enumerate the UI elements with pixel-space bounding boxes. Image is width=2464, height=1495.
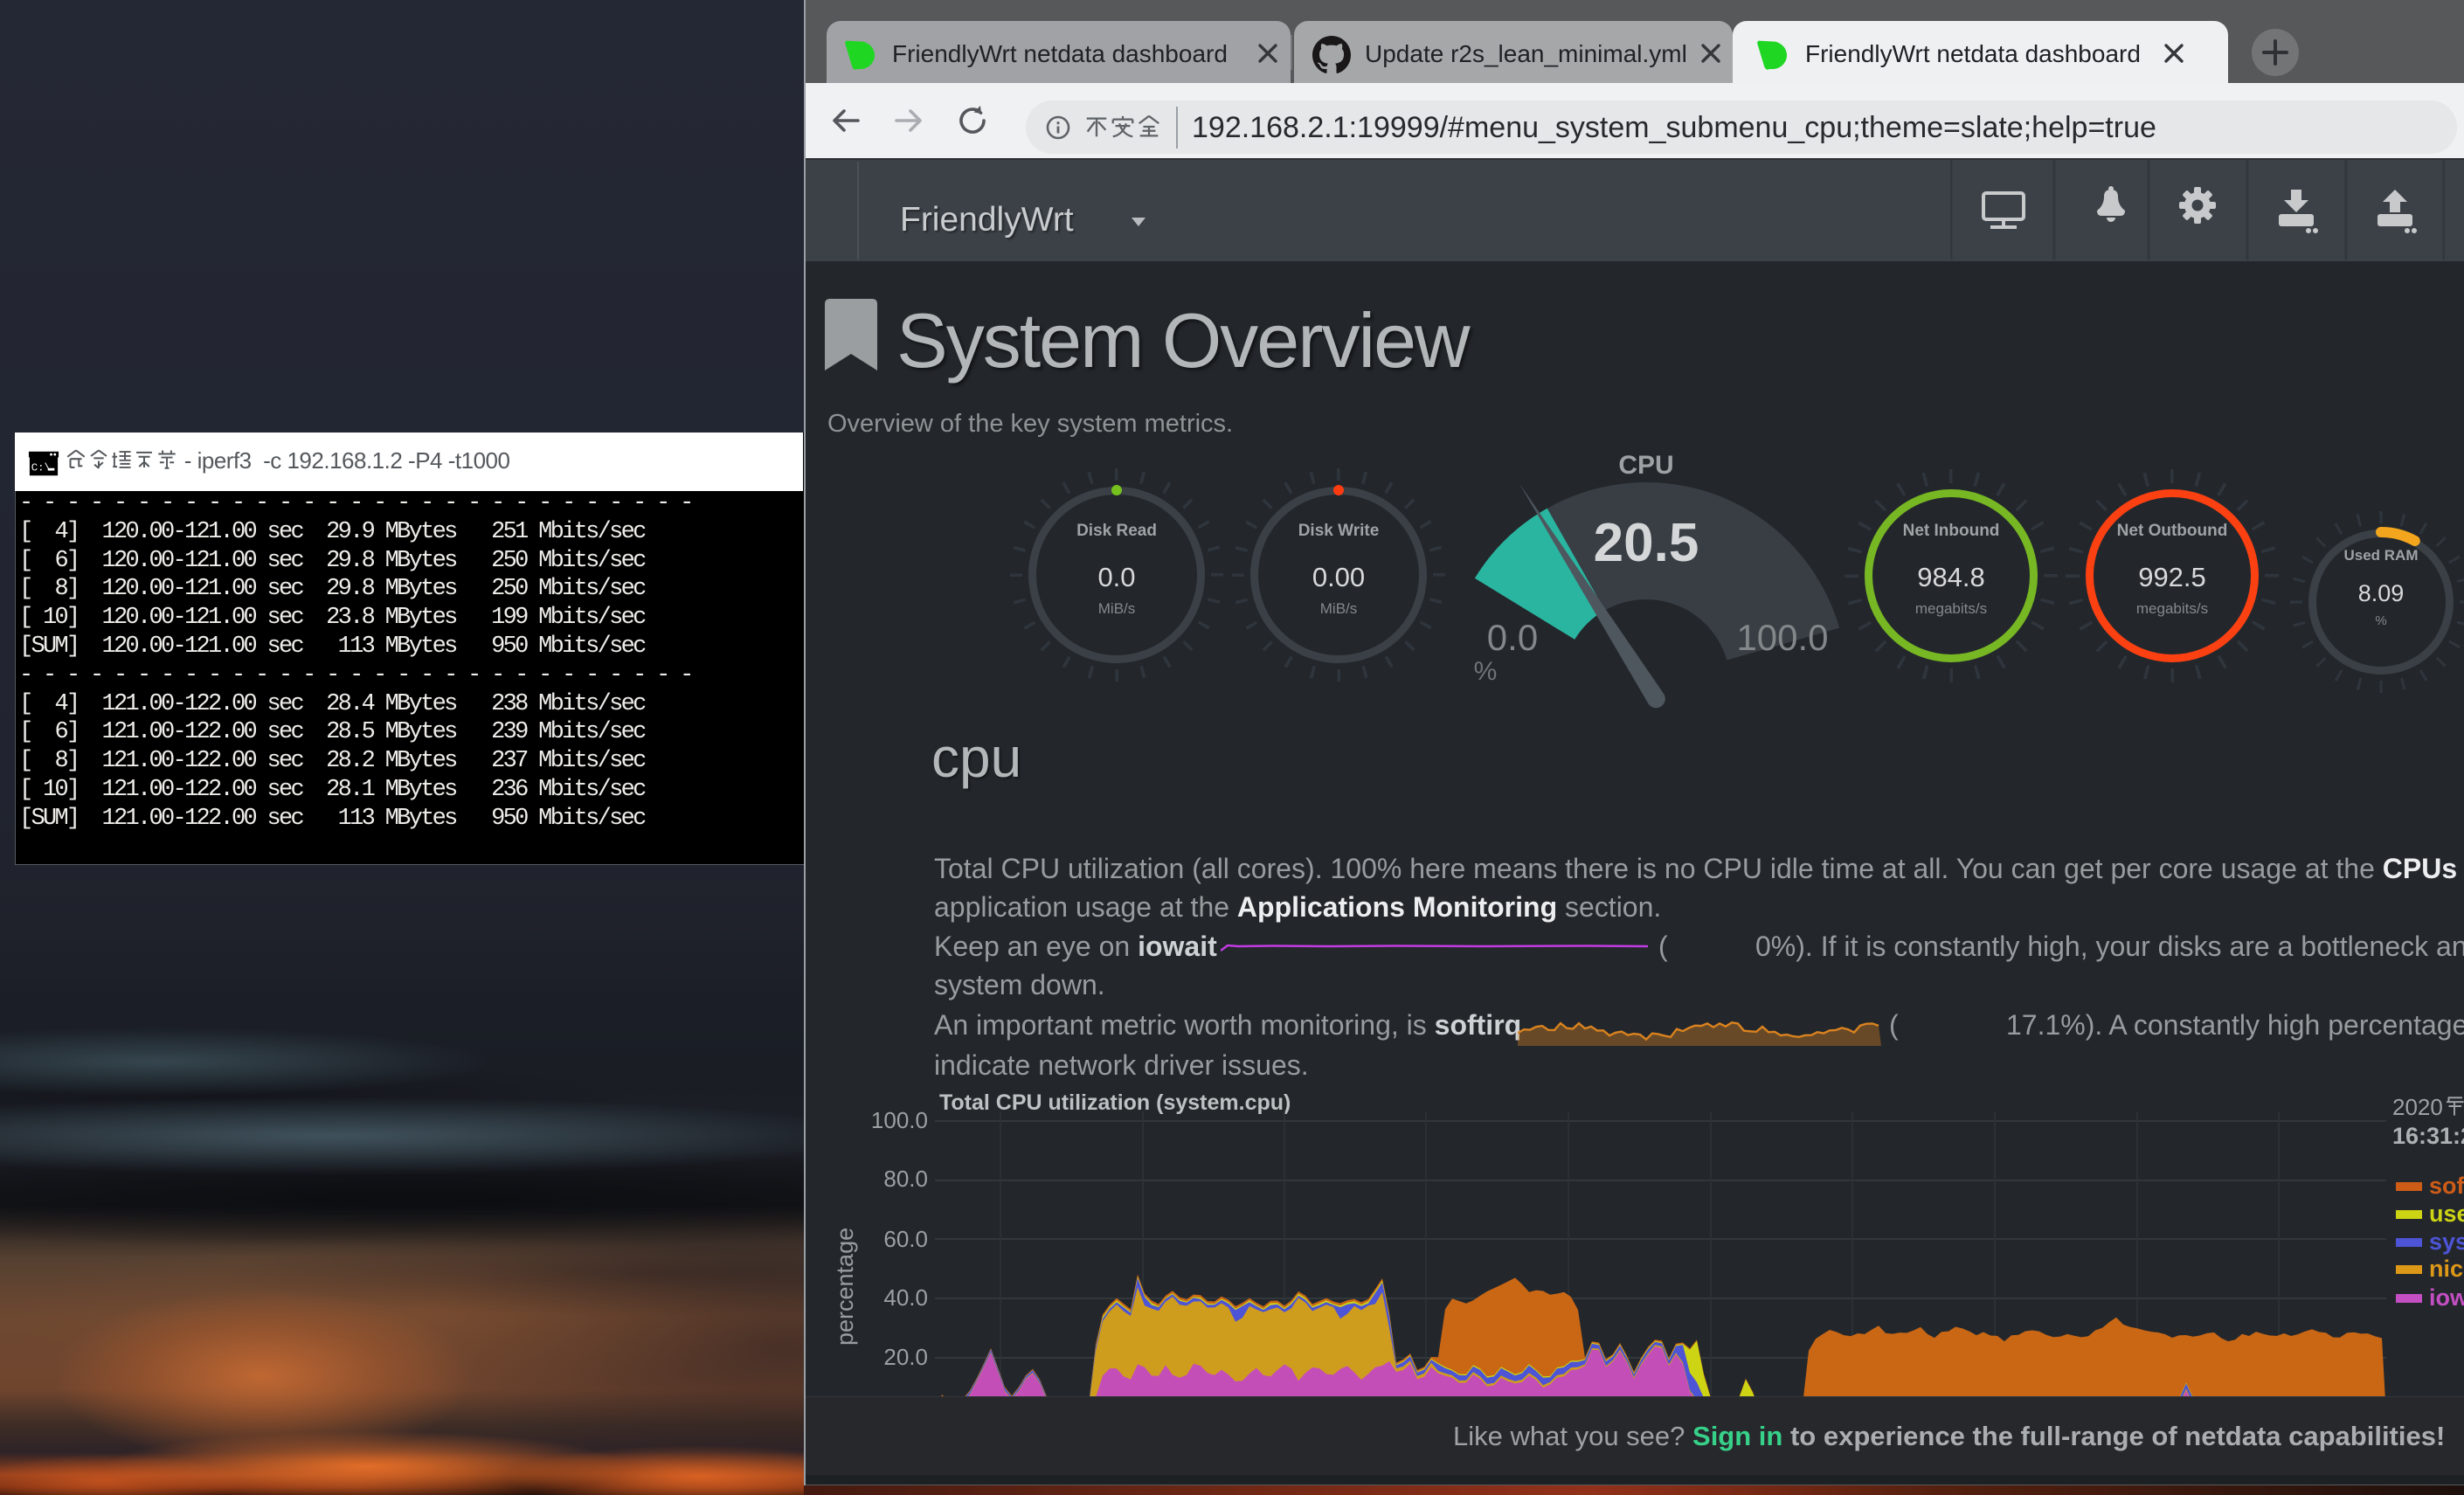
svg-text:C:\: C:\: [31, 462, 51, 474]
